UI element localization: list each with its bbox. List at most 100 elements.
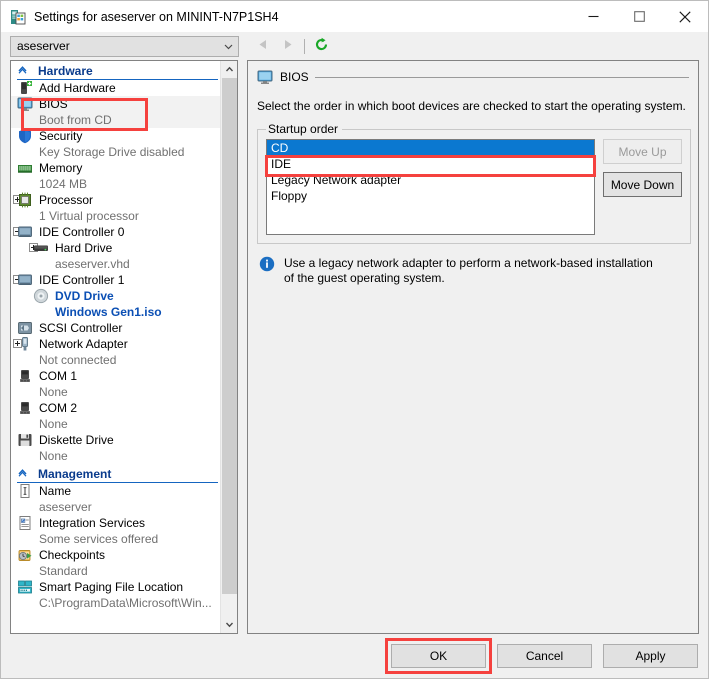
shield-icon xyxy=(17,128,33,144)
tree-item-label: Integration Services xyxy=(39,516,146,530)
back-arrow-icon xyxy=(257,38,270,54)
tree-item-row: COM 2 xyxy=(17,400,220,416)
tree-item-smart-paging-file-location[interactable]: Smart Paging File Location C:\ProgramData… xyxy=(11,579,220,611)
add-hardware-icon xyxy=(17,80,33,96)
tree-item-sublabel: None xyxy=(39,417,68,431)
tree-item-dvd-drive[interactable]: DVD Drive Windows Gen1.iso xyxy=(11,288,220,320)
detail-title: BIOS xyxy=(280,70,309,84)
forward-button[interactable] xyxy=(275,35,299,57)
tree-section-label: Hardware xyxy=(38,63,93,78)
tree-item-sublabel: Boot from CD xyxy=(39,113,112,127)
tree-item-diskette-drive[interactable]: Diskette Drive None xyxy=(11,432,220,464)
detail-header-rule xyxy=(314,76,689,78)
dialog-footer: OK Cancel Apply xyxy=(1,634,708,678)
tree-item-row: IDE Controller 0 xyxy=(17,224,220,240)
boot-item-ide[interactable]: IDE xyxy=(267,156,594,172)
tree-item-processor[interactable]: Processor 1 Virtual processor xyxy=(11,192,220,224)
tree-item-bios[interactable]: BIOS Boot from CD xyxy=(11,96,220,128)
hardware-tree[interactable]: Hardware Add Hardware BIOS Boot from CD Secu… xyxy=(11,61,220,633)
tree-item-com-2[interactable]: COM 2 None xyxy=(11,400,220,432)
ok-button[interactable]: OK xyxy=(391,644,486,668)
tree-section-hardware[interactable]: Hardware xyxy=(11,61,220,80)
tree-item-label: Processor xyxy=(39,193,94,207)
tree-item-sublabel: C:\ProgramData\Microsoft\Win... xyxy=(39,596,212,610)
tree-item-label: Security xyxy=(39,129,83,143)
tree-item-sublabel: None xyxy=(39,385,68,399)
window-title: Settings for aseserver on MININT-N7P1SH4 xyxy=(34,9,279,24)
scrollbar-thumb[interactable] xyxy=(222,78,237,594)
tree-item-row: Network Adapter xyxy=(17,336,220,352)
move-down-button[interactable]: Move Down xyxy=(603,172,682,197)
refresh-button[interactable] xyxy=(310,35,332,57)
tree-item-sublabel: aseserver.vhd xyxy=(55,257,130,271)
floppy-icon xyxy=(17,432,33,448)
memory-icon xyxy=(17,160,33,176)
maximize-button[interactable] xyxy=(616,1,662,32)
dvd-drive-icon xyxy=(33,288,49,304)
cancel-button[interactable]: Cancel xyxy=(497,644,592,668)
scroll-down-button[interactable] xyxy=(221,616,237,633)
tree-item-name[interactable]: Name aseserver xyxy=(11,483,220,515)
name-icon xyxy=(17,483,33,499)
ide-controller-icon xyxy=(17,224,33,240)
tree-section-management[interactable]: Management xyxy=(11,464,220,483)
chevron-up-icon xyxy=(17,64,28,78)
boot-item-cd[interactable]: CD xyxy=(267,140,594,156)
vm-select-combobox[interactable]: aseserver xyxy=(10,35,239,57)
tree-item-sublabel: Some services offered xyxy=(39,532,159,546)
tree-scrollbar[interactable] xyxy=(220,61,237,633)
tree-item-integration-services[interactable]: Integration Services Some services offere… xyxy=(11,515,220,547)
apply-button[interactable]: Apply xyxy=(603,644,698,668)
minimize-button[interactable] xyxy=(570,1,616,32)
tree-item-scsi-controller[interactable]: SCSI Controller xyxy=(11,320,220,336)
tree-item-label: IDE Controller 0 xyxy=(39,225,125,239)
boot-item-legacy-network-adapter[interactable]: Legacy Network adapter xyxy=(267,172,594,188)
move-up-button[interactable]: Move Up xyxy=(603,139,682,164)
tree-item-row: Memory xyxy=(17,160,220,176)
tree-item-row: Add Hardware xyxy=(17,80,220,96)
tree-item-label: Network Adapter xyxy=(39,337,128,351)
tree-item-checkpoints[interactable]: Checkpoints Standard xyxy=(11,547,220,579)
tree-item-sublabel: None xyxy=(39,449,68,463)
boot-order-list[interactable]: CD IDE Legacy Network adapter Floppy xyxy=(266,139,595,235)
integration-services-icon xyxy=(17,515,33,531)
close-button[interactable] xyxy=(662,1,708,32)
tree-item-row: BIOS xyxy=(17,96,220,112)
tree-item-label: COM 1 xyxy=(39,369,78,383)
info-icon xyxy=(259,256,275,272)
tree-item-network-adapter[interactable]: Network Adapter Not connected xyxy=(11,336,220,368)
tree-item-ide-controller-1[interactable]: IDE Controller 1 xyxy=(11,272,220,288)
back-button[interactable] xyxy=(251,35,275,57)
tree-item-row: Integration Services xyxy=(17,515,220,531)
forward-arrow-icon xyxy=(281,38,294,54)
tree-item-add-hardware[interactable]: Add Hardware xyxy=(11,80,220,96)
order-buttons: Move Up Move Down xyxy=(603,139,682,197)
tree-item-label: Add Hardware xyxy=(39,81,116,95)
checkpoints-icon xyxy=(17,547,33,563)
com-port-icon xyxy=(17,400,33,416)
detail-header: BIOS xyxy=(257,68,689,86)
tree-item-sublabel: 1024 MB xyxy=(39,177,88,191)
tree-item-sublabel: Not connected xyxy=(39,353,117,367)
scroll-up-button[interactable] xyxy=(221,61,237,78)
hard-drive-icon xyxy=(33,240,49,256)
tree-item-memory[interactable]: Memory 1024 MB xyxy=(11,160,220,192)
tree-item-row: Smart Paging File Location xyxy=(17,579,220,595)
tree-item-row: IDE Controller 1 xyxy=(17,272,220,288)
vm-select-value: aseserver xyxy=(17,39,70,53)
tree-item-row: DVD Drive xyxy=(33,288,220,304)
info-note: Use a legacy network adapter to perform … xyxy=(257,256,689,286)
bios-monitor-icon xyxy=(17,96,33,112)
order-row: CD IDE Legacy Network adapter Floppy Move U… xyxy=(266,139,682,235)
tree-item-ide-controller-0[interactable]: IDE Controller 0 xyxy=(11,224,220,240)
bios-monitor-icon xyxy=(257,69,273,85)
tree-item-row: Processor xyxy=(17,192,220,208)
tree-item-hard-drive[interactable]: Hard Drive aseserver.vhd xyxy=(11,240,220,272)
tree-item-security[interactable]: Security Key Storage Drive disabled xyxy=(11,128,220,160)
tree-section-label: Management xyxy=(38,466,112,481)
tree-item-com-1[interactable]: COM 1 None xyxy=(11,368,220,400)
toolbar: aseserver xyxy=(1,32,708,60)
settings-dialog-window: Settings for aseserver on MININT-N7P1SH4… xyxy=(0,0,709,679)
boot-item-floppy[interactable]: Floppy xyxy=(267,188,594,204)
tree-item-label: SCSI Controller xyxy=(39,321,123,335)
